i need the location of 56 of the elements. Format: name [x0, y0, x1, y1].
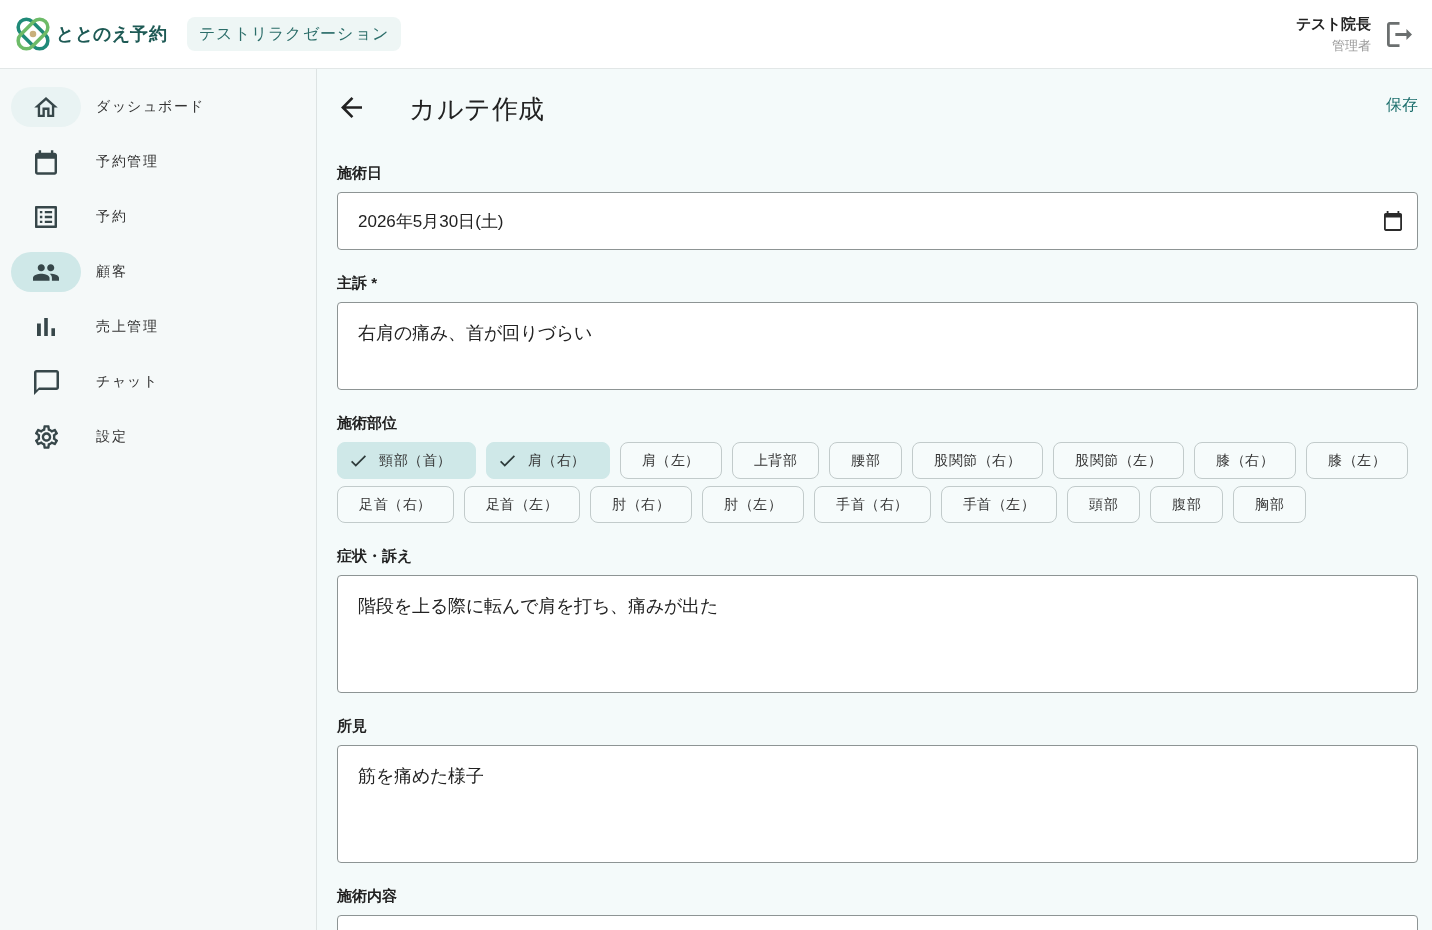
logo-icon: [16, 17, 50, 51]
settings-icon: [34, 425, 58, 449]
text-area-field[interactable]: 筋を痛めた様子: [337, 745, 1418, 863]
nav-item[interactable]: 予約管理: [11, 142, 158, 182]
save-button[interactable]: 保存: [1386, 94, 1418, 120]
nav-item[interactable]: ダッシュボード: [11, 87, 205, 127]
body-part-chip[interactable]: 肘（左）: [702, 486, 804, 523]
body-part-chip[interactable]: 腹部: [1150, 486, 1223, 523]
body-part-chip[interactable]: 手首（右）: [814, 486, 931, 523]
body-part-chip[interactable]: 膝（左）: [1306, 442, 1408, 479]
body-part-chip[interactable]: 腰部: [829, 442, 902, 479]
body-part-chip[interactable]: 股関節（右）: [912, 442, 1043, 479]
field-label: 施術日: [337, 163, 383, 182]
nav-item[interactable]: チャット: [11, 362, 158, 402]
body-part-chip[interactable]: 手首（左）: [940, 486, 1057, 523]
people-icon: [33, 263, 59, 281]
app-name: ととのえ予約: [56, 23, 167, 46]
nav-item[interactable]: 設定: [11, 417, 127, 457]
body-part-chip[interactable]: 上背部: [731, 442, 819, 479]
body-part-chip[interactable]: 頸部（首）: [337, 442, 476, 479]
nav-item[interactable]: 予約: [11, 197, 127, 237]
user-name: テスト院長: [1296, 14, 1371, 34]
text-area-field[interactable]: 階段を上る際に転んで肩を打ち、痛みが出た: [337, 575, 1418, 693]
field-label: 所見: [337, 716, 368, 735]
list-icon: [35, 206, 57, 228]
body-part-chip[interactable]: 股関節（左）: [1053, 442, 1184, 479]
logout-icon: [1387, 21, 1412, 47]
body-part-chip[interactable]: 足首（左）: [463, 486, 580, 523]
field-label: 施術部位: [337, 413, 398, 432]
nav-item[interactable]: 顧客: [11, 252, 127, 292]
user-role: 管理者: [1332, 37, 1371, 54]
body-part-chip[interactable]: 肩（右）: [485, 442, 610, 479]
body-part-chip[interactable]: 頭部: [1067, 486, 1140, 523]
bar-chart-icon: [37, 318, 55, 336]
body-part-chip[interactable]: 膝（右）: [1194, 442, 1296, 479]
field-label: 主訴 *: [337, 273, 378, 292]
body-part-chip[interactable]: 足首（右）: [337, 486, 454, 523]
body-part-chip[interactable]: 胸部: [1233, 486, 1306, 523]
back-arrow-icon: [341, 96, 362, 118]
body-part-chip[interactable]: 肘（右）: [590, 486, 692, 523]
nav-item[interactable]: 売上管理: [11, 307, 158, 347]
clinic-badge: テストリラクゼーション: [187, 17, 402, 51]
body-part-chip[interactable]: 肩（左）: [619, 442, 722, 479]
calendar-icon: [1384, 211, 1402, 231]
chat-bubble-icon: [33, 369, 59, 395]
calendar-icon: [35, 149, 57, 175]
text-area-field[interactable]: 右肩の痛み、首が回りづらい: [337, 302, 1418, 390]
check-icon: [499, 454, 515, 467]
field-label: 施術内容: [337, 886, 398, 905]
page-title: カルテ作成: [409, 92, 545, 126]
back-button[interactable]: [341, 96, 362, 118]
field-label: 症状・訴え: [337, 546, 413, 565]
date-field[interactable]: 2026年5月30日(土): [337, 192, 1418, 250]
check-icon: [351, 454, 366, 467]
logout-button[interactable]: [1387, 21, 1412, 47]
home-icon: [34, 97, 58, 117]
